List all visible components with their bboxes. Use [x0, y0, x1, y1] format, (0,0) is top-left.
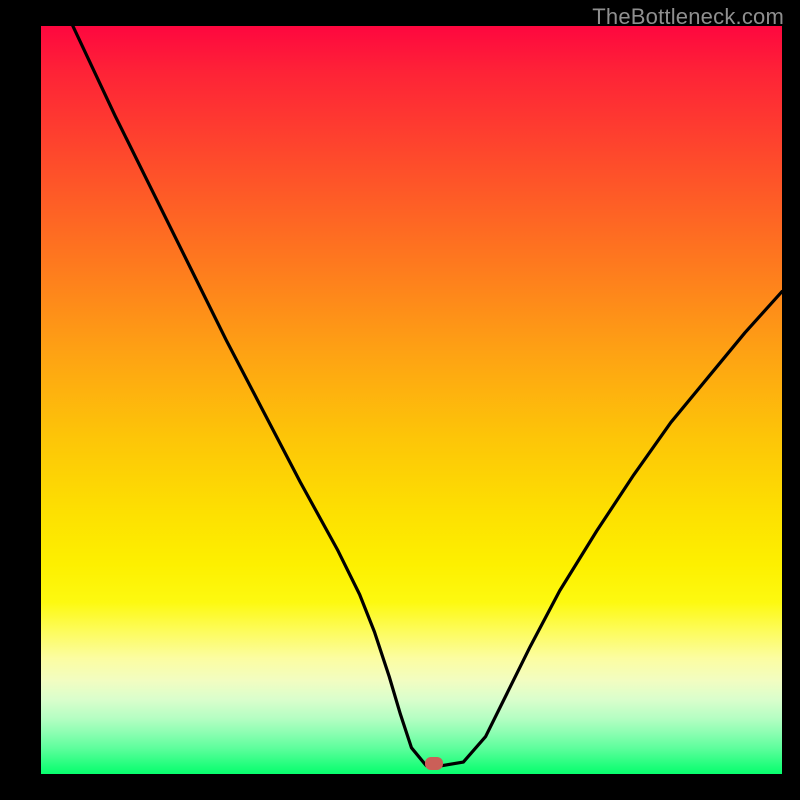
bottleneck-curve — [41, 26, 782, 774]
plot-area — [41, 26, 782, 774]
bottleneck-marker — [425, 757, 443, 770]
watermark-text: TheBottleneck.com — [592, 4, 784, 30]
chart-frame: TheBottleneck.com — [0, 0, 800, 800]
